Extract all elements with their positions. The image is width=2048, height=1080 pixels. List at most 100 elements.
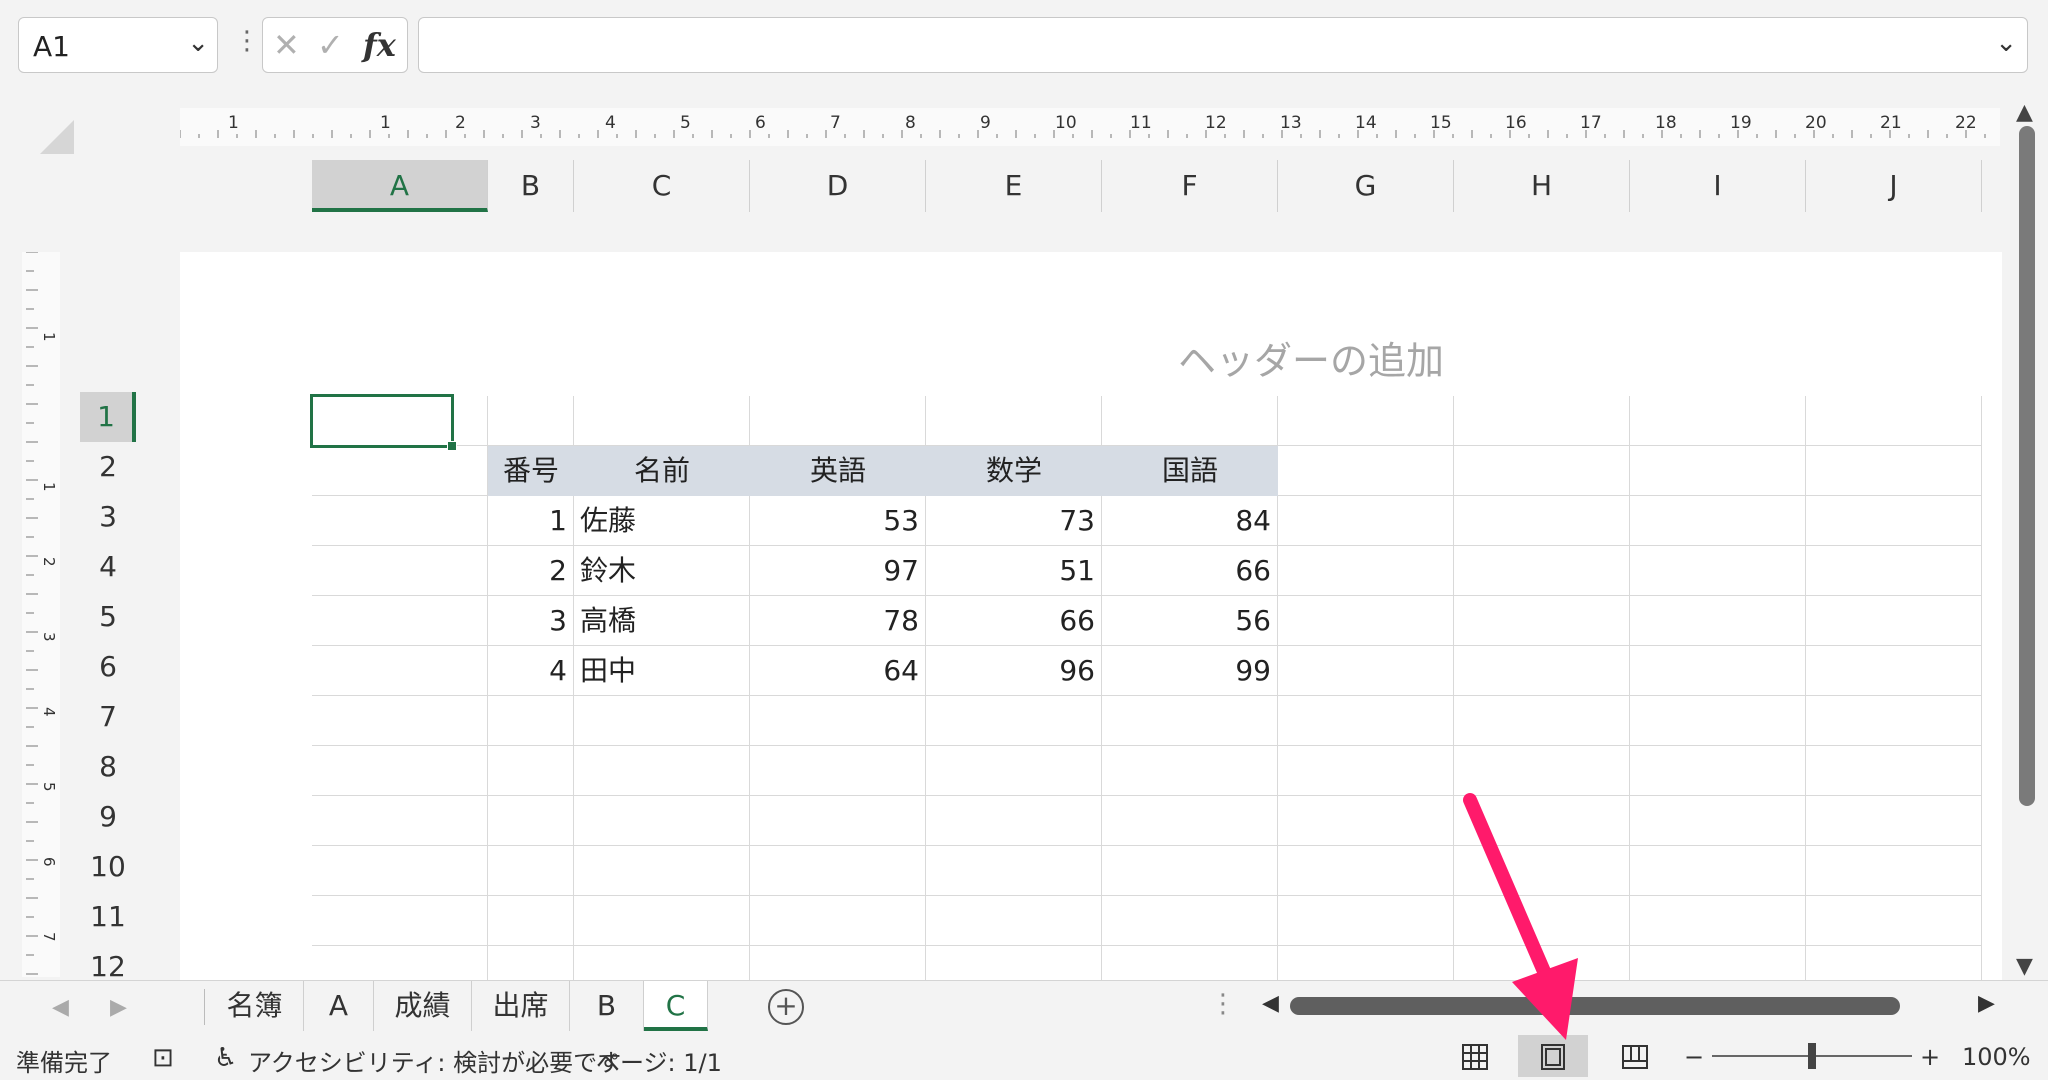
row-header-8[interactable]: 8 [80, 742, 136, 792]
column-header-f[interactable]: F [1102, 160, 1278, 212]
cell-e8[interactable] [926, 746, 1102, 796]
cell-c11[interactable] [574, 896, 750, 946]
row-header-7[interactable]: 7 [80, 692, 136, 742]
cell-f12[interactable] [1102, 946, 1278, 980]
cell-j7[interactable] [1806, 696, 1982, 746]
cell-b10[interactable] [488, 846, 574, 896]
row-header-6[interactable]: 6 [80, 642, 136, 692]
cell-c1[interactable] [574, 396, 750, 446]
sheet-tab-4[interactable]: B [570, 981, 644, 1031]
cell-e7[interactable] [926, 696, 1102, 746]
cell-j9[interactable] [1806, 796, 1982, 846]
cell-d11[interactable] [750, 896, 926, 946]
cell-b12[interactable] [488, 946, 574, 980]
sheet-tab-0[interactable]: 名簿 [206, 981, 304, 1031]
cell-h5[interactable] [1454, 596, 1630, 646]
cell-g6[interactable] [1278, 646, 1454, 696]
cell-b3[interactable]: 1 [488, 496, 574, 546]
row-header-11[interactable]: 11 [80, 892, 136, 942]
cell-c7[interactable] [574, 696, 750, 746]
select-all-corner[interactable] [40, 120, 74, 154]
header-placeholder[interactable]: ヘッダーの追加 [1178, 330, 1444, 385]
cell-i10[interactable] [1630, 846, 1806, 896]
cell-d7[interactable] [750, 696, 926, 746]
cell-j4[interactable] [1806, 546, 1982, 596]
row-header-10[interactable]: 10 [80, 842, 136, 892]
cell-d10[interactable] [750, 846, 926, 896]
zoom-level[interactable]: 100% [1962, 1043, 2031, 1071]
cell-a4[interactable] [312, 546, 488, 596]
cell-g11[interactable] [1278, 896, 1454, 946]
cell-j11[interactable] [1806, 896, 1982, 946]
cell-d4[interactable]: 97 [750, 546, 926, 596]
cell-i7[interactable] [1630, 696, 1806, 746]
cell-j1[interactable] [1806, 396, 1982, 446]
cell-e9[interactable] [926, 796, 1102, 846]
cell-d9[interactable] [750, 796, 926, 846]
cell-c8[interactable] [574, 746, 750, 796]
cell-c4[interactable]: 鈴木 [574, 546, 750, 596]
cell-d12[interactable] [750, 946, 926, 980]
insert-function-icon[interactable]: fx [363, 26, 396, 64]
cell-c10[interactable] [574, 846, 750, 896]
cell-b2[interactable]: 番号 [488, 446, 574, 496]
cell-f2[interactable]: 国語 [1102, 446, 1278, 496]
cell-h2[interactable] [1454, 446, 1630, 496]
cell-j2[interactable] [1806, 446, 1982, 496]
row-header-3[interactable]: 3 [80, 492, 136, 542]
zoom-in-button[interactable]: + [1920, 1043, 1940, 1071]
vertical-scrollbar[interactable]: ▲ ▼ [2010, 100, 2046, 980]
cell-f10[interactable] [1102, 846, 1278, 896]
cell-f5[interactable]: 56 [1102, 596, 1278, 646]
next-sheet-icon[interactable]: ▶ [110, 995, 127, 1020]
cell-g1[interactable] [1278, 396, 1454, 446]
scroll-right-icon[interactable]: ▶ [1978, 991, 1995, 1016]
add-sheet-button[interactable]: + [768, 989, 804, 1025]
sheet-tab-1[interactable]: A [304, 981, 374, 1031]
cell-g3[interactable] [1278, 496, 1454, 546]
cell-h6[interactable] [1454, 646, 1630, 696]
cell-a5[interactable] [312, 596, 488, 646]
cell-f3[interactable]: 84 [1102, 496, 1278, 546]
cell-c3[interactable]: 佐藤 [574, 496, 750, 546]
cell-b8[interactable] [488, 746, 574, 796]
row-header-2[interactable]: 2 [80, 442, 136, 492]
tab-split-handle[interactable]: ⋮ [1210, 989, 1236, 1019]
column-header-h[interactable]: H [1454, 160, 1630, 212]
page-break-view-button[interactable] [1600, 1035, 1670, 1077]
cell-a3[interactable] [312, 496, 488, 546]
cell-f6[interactable]: 99 [1102, 646, 1278, 696]
cell-f9[interactable] [1102, 796, 1278, 846]
accessibility-icon[interactable]: ♿ [214, 1043, 237, 1073]
cell-h3[interactable] [1454, 496, 1630, 546]
cell-d1[interactable] [750, 396, 926, 446]
cell-h1[interactable] [1454, 396, 1630, 446]
cell-g8[interactable] [1278, 746, 1454, 796]
cell-c12[interactable] [574, 946, 750, 980]
cell-d5[interactable]: 78 [750, 596, 926, 646]
cell-g5[interactable] [1278, 596, 1454, 646]
cell-a2[interactable] [312, 446, 488, 496]
column-header-g[interactable]: G [1278, 160, 1454, 212]
chevron-down-icon[interactable]: ⌄ [187, 28, 209, 58]
vertical-scroll-thumb[interactable] [2019, 126, 2035, 806]
cell-e6[interactable]: 96 [926, 646, 1102, 696]
cell-f8[interactable] [1102, 746, 1278, 796]
cell-b7[interactable] [488, 696, 574, 746]
cell-a10[interactable] [312, 846, 488, 896]
cell-c5[interactable]: 高橋 [574, 596, 750, 646]
enter-icon[interactable]: ✓ [317, 26, 344, 64]
cell-a9[interactable] [312, 796, 488, 846]
row-header-9[interactable]: 9 [80, 792, 136, 842]
cell-a12[interactable] [312, 946, 488, 980]
cell-i2[interactable] [1630, 446, 1806, 496]
cell-i4[interactable] [1630, 546, 1806, 596]
cell-e5[interactable]: 66 [926, 596, 1102, 646]
cell-b6[interactable]: 4 [488, 646, 574, 696]
cell-f7[interactable] [1102, 696, 1278, 746]
cell-i1[interactable] [1630, 396, 1806, 446]
cell-g10[interactable] [1278, 846, 1454, 896]
cell-j12[interactable] [1806, 946, 1982, 980]
cell-a7[interactable] [312, 696, 488, 746]
cell-c6[interactable]: 田中 [574, 646, 750, 696]
